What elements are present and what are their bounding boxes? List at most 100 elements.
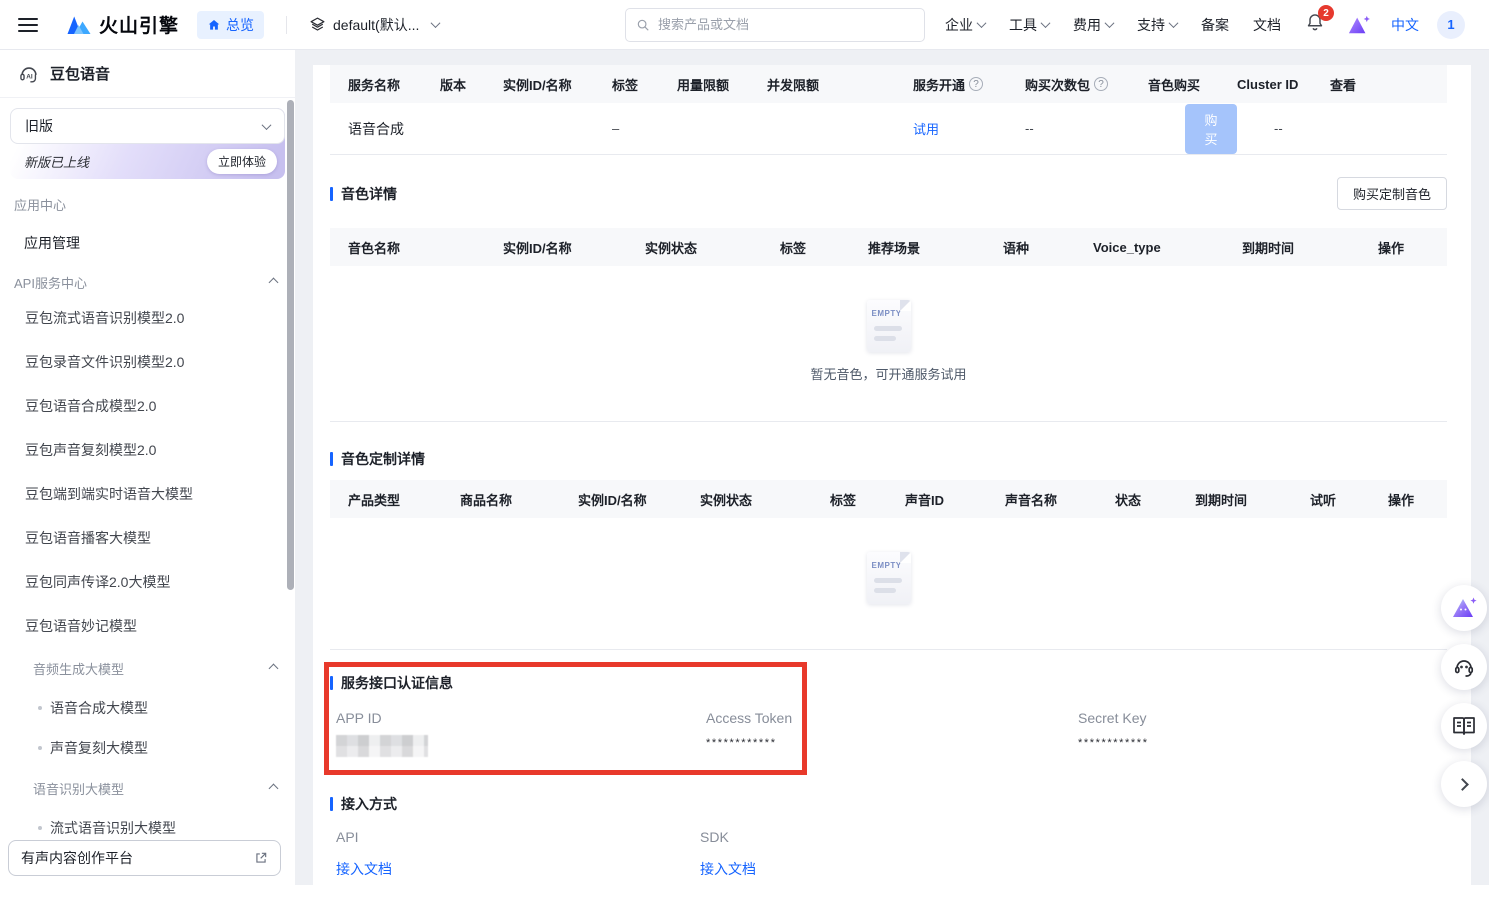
col-header: 并发限额	[767, 75, 913, 94]
sidebar-item-model[interactable]: 豆包语音合成模型2.0	[0, 384, 295, 428]
col-header: 推荐场景	[868, 238, 1003, 257]
headset-icon	[1452, 655, 1476, 679]
svg-text:AI: AI	[26, 73, 33, 80]
col-header: 标签	[780, 238, 868, 257]
sidebar-subgroup-asr[interactable]: 语音识别大模型	[0, 768, 295, 808]
voice-table-header: 音色名称 实例ID/名称 实例状态 标签 推荐场景 语种 Voice_type …	[330, 228, 1447, 266]
global-search[interactable]	[625, 8, 925, 42]
col-header: 操作	[1378, 238, 1447, 257]
sidebar-item-voice-clone-large[interactable]: 声音复刻大模型	[0, 728, 295, 768]
group-label: 应用中心	[14, 195, 66, 214]
sidebar-group-api-center[interactable]: API服务中心	[0, 273, 295, 292]
notifications-button[interactable]: 2	[1305, 12, 1325, 37]
overview-button[interactable]: 总览	[197, 11, 264, 39]
section-title: 音色定制详情	[341, 449, 425, 469]
volcengine-logo[interactable]: 火山引擎	[66, 11, 179, 38]
ai-assistant-float-button[interactable]	[1441, 585, 1487, 631]
project-selector-label: default(默认...	[333, 15, 419, 35]
user-avatar[interactable]: 1	[1437, 11, 1465, 39]
sidebar-header: AI 豆包语音	[0, 50, 295, 98]
menu-label: 文档	[1253, 15, 1281, 35]
highlight-rectangle	[324, 662, 807, 775]
access-method-section: 接入方式 API 接入文档 SDK 接入文档	[330, 789, 1447, 899]
customer-service-button[interactable]	[1441, 644, 1487, 690]
tag-cell: –	[612, 121, 677, 136]
section-bar	[330, 452, 333, 466]
menu-tools[interactable]: 工具	[1009, 15, 1049, 35]
menu-support[interactable]: 支持	[1137, 15, 1177, 35]
hamburger-menu-icon[interactable]	[18, 18, 38, 32]
col-header-service-open: 服务开通	[913, 75, 1025, 94]
menu-billing[interactable]: 费用	[1073, 15, 1113, 35]
sidebar-item-model[interactable]: 豆包语音妙记模型	[0, 604, 295, 648]
voice-custom-table-empty-state: EMPTY	[330, 518, 1447, 650]
trial-link[interactable]: 试用	[913, 119, 1025, 138]
col-header: Cluster ID	[1237, 77, 1330, 92]
voice-table: 音色名称 实例ID/名称 实例状态 标签 推荐场景 语种 Voice_type …	[330, 228, 1447, 422]
collapse-panel-button[interactable]	[1441, 761, 1487, 807]
col-header: 标签	[830, 490, 905, 509]
version-banner: 旧版 新版已上线 立即体验	[10, 108, 285, 179]
col-header: 标签	[612, 75, 677, 94]
col-header: 商品名称	[460, 490, 578, 509]
product-title: 豆包语音	[50, 63, 110, 84]
floating-toolbar	[1441, 585, 1487, 820]
access-type-label: API	[336, 829, 392, 845]
menu-enterprise[interactable]: 企业	[945, 15, 985, 35]
volcengine-logo-icon	[66, 13, 92, 37]
api-doc-link[interactable]: 接入文档	[336, 859, 392, 879]
chevron-down-icon	[262, 120, 272, 130]
section-title: 音色详情	[341, 184, 397, 204]
col-header: 版本	[440, 75, 503, 94]
voice-custom-table: 产品类型 商品名称 实例ID/名称 实例状态 标签 声音ID 声音名称 状态 到…	[330, 480, 1447, 650]
sidebar-item-model[interactable]: 豆包同声传译2.0大模型	[0, 560, 295, 604]
col-header: Voice_type	[1093, 240, 1242, 255]
chevron-up-icon	[269, 783, 279, 793]
voice-buy-cell: 购买	[1148, 104, 1237, 154]
menu-label: 费用	[1073, 15, 1101, 35]
main-content: 服务名称 版本 实例ID/名称 标签 用量限额 并发限额 服务开通 购买次数包 …	[313, 65, 1471, 900]
ai-assistant-button[interactable]	[1347, 14, 1371, 36]
ai-mountain-icon	[1347, 14, 1371, 36]
buy-button[interactable]: 购买	[1185, 104, 1237, 154]
overview-label: 总览	[226, 15, 254, 35]
version-select[interactable]: 旧版	[10, 108, 285, 144]
audio-creation-platform-link[interactable]: 有声内容创作平台	[8, 840, 281, 876]
chevron-down-icon	[1169, 18, 1179, 28]
try-now-button[interactable]: 立即体验	[207, 149, 277, 174]
chevron-up-icon	[269, 278, 279, 288]
section-bar	[330, 187, 333, 201]
sidebar-item-model[interactable]: 豆包声音复刻模型2.0	[0, 428, 295, 472]
documentation-button[interactable]	[1441, 703, 1487, 749]
menu-label: 备案	[1201, 15, 1229, 35]
help-icon[interactable]	[1094, 77, 1108, 91]
sidebar-item-app-manage[interactable]: 应用管理	[0, 232, 295, 254]
menu-icp[interactable]: 备案	[1201, 15, 1229, 35]
help-icon[interactable]	[969, 77, 983, 91]
subgroup-label: 音频生成大模型	[33, 659, 124, 678]
project-selector[interactable]: default(默认...	[309, 15, 439, 35]
sidebar-subgroup-audio-gen[interactable]: 音频生成大模型	[0, 648, 295, 688]
search-input[interactable]	[658, 17, 914, 32]
sidebar-item-model[interactable]: 豆包流式语音识别模型2.0	[0, 296, 295, 340]
sidebar-item-model[interactable]: 豆包语音播客大模型	[0, 516, 295, 560]
navbar-divider	[286, 16, 287, 34]
menu-label: 支持	[1137, 15, 1165, 35]
sidebar-item-tts-large[interactable]: 语音合成大模型	[0, 688, 295, 728]
group-label: API服务中心	[14, 273, 87, 292]
menu-docs[interactable]: 文档	[1253, 15, 1281, 35]
sdk-doc-link[interactable]: 接入文档	[700, 859, 756, 879]
chevron-down-icon	[431, 18, 441, 28]
sidebar-item-model[interactable]: 豆包录音文件识别模型2.0	[0, 340, 295, 384]
menu-label: 企业	[945, 15, 973, 35]
buy-custom-voice-button[interactable]: 购买定制音色	[1337, 177, 1447, 210]
access-type-label: SDK	[700, 829, 756, 845]
sidebar-item-model[interactable]: 豆包端到端实时语音大模型	[0, 472, 295, 516]
layers-icon	[309, 16, 326, 33]
col-header: 实例ID/名称	[578, 490, 700, 509]
language-switch[interactable]: 中文	[1391, 15, 1419, 35]
col-header: 服务名称	[348, 75, 440, 94]
col-header: 音色名称	[348, 238, 503, 257]
empty-state-text: 暂无音色，可开通服务试用	[810, 364, 966, 383]
sidebar-scrollbar[interactable]	[287, 100, 294, 590]
